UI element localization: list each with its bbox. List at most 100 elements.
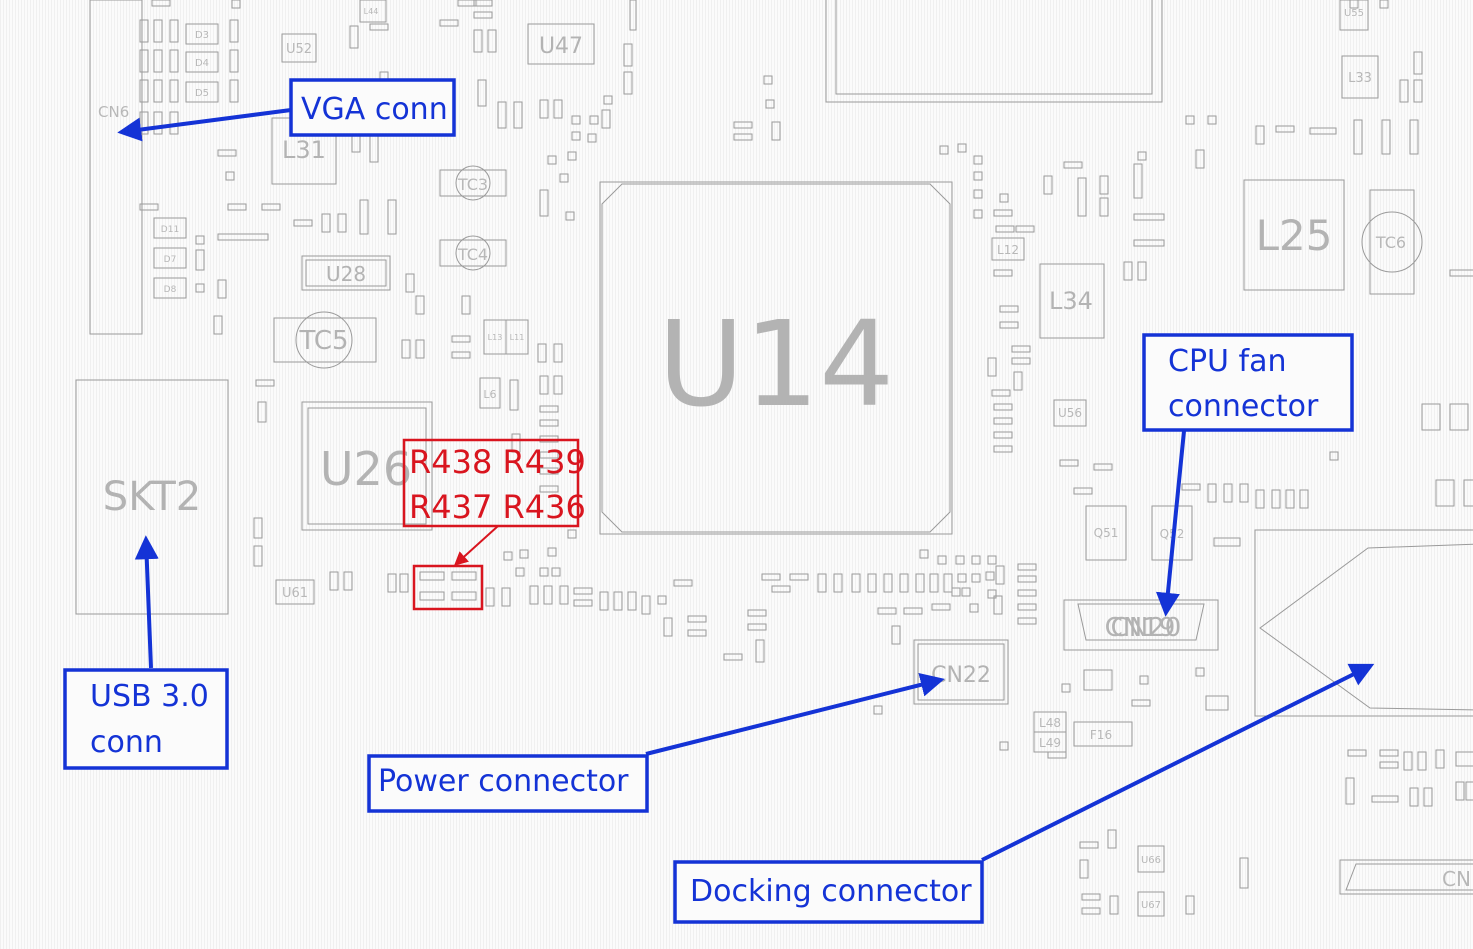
smd-pad — [973, 189, 983, 199]
r437-pad — [419, 571, 445, 581]
smd-pad — [1285, 489, 1295, 509]
skt2-label: SKT2 — [103, 474, 201, 520]
smd-pad — [253, 517, 263, 539]
smd-pad — [547, 547, 557, 557]
smd-pad — [973, 155, 983, 165]
smd-pad — [559, 585, 569, 605]
smd-pad — [1409, 787, 1419, 807]
smd-pad — [1381, 119, 1391, 155]
smd-pad — [451, 335, 471, 343]
smd-pad — [225, 171, 235, 181]
top-package-inner — [835, 0, 1153, 95]
smd-pad — [627, 591, 637, 611]
smd-pad — [993, 269, 1013, 277]
smd-pad — [369, 23, 389, 31]
smd-pad — [1137, 261, 1147, 281]
docking-arrow — [981, 663, 1375, 862]
smd-pad — [877, 607, 897, 615]
d7-label: D7 — [164, 255, 177, 265]
annotation-layer: VGA conn USB 3.0 conn CPU fan connector … — [63, 78, 1375, 924]
smd-pad — [1133, 239, 1165, 247]
l25-label: L25 — [1256, 211, 1333, 260]
smd-pad — [999, 305, 1019, 313]
tc3-label: TC3 — [457, 175, 488, 194]
smd-pad — [657, 595, 667, 605]
u28-label: U28 — [326, 262, 366, 286]
smd-pad — [1079, 859, 1089, 879]
smd-pad — [1271, 489, 1281, 509]
smd-pad — [551, 567, 561, 577]
smd-pad — [1379, 0, 1389, 9]
tc6-label: TC6 — [1375, 233, 1406, 252]
smd-pad — [987, 555, 997, 565]
smd-pad — [961, 587, 971, 597]
smd-pad — [1239, 857, 1249, 889]
smd-pad — [1109, 895, 1119, 915]
smd-pad — [1379, 749, 1399, 757]
smd-pad — [573, 587, 593, 595]
smd-pad — [891, 625, 901, 645]
smd-pad — [539, 189, 549, 217]
smd-pad — [1133, 163, 1143, 199]
smd-pad — [851, 573, 861, 593]
resistor-annotation-line2: R437 R436 — [409, 488, 586, 526]
smd-pad — [765, 99, 775, 109]
smd-pad — [1181, 483, 1201, 491]
vga-arrow — [117, 108, 292, 142]
smd-pad — [1073, 487, 1093, 495]
q51-label: Q51 — [1094, 526, 1119, 540]
smd-pad — [1299, 489, 1309, 509]
smd-pad — [1047, 751, 1067, 759]
smd-pad — [999, 741, 1009, 751]
vga-annotation-label: VGA conn — [301, 92, 448, 127]
docking-outline — [1254, 529, 1473, 717]
smd-pad — [1017, 589, 1037, 597]
smd-pad — [1185, 115, 1195, 125]
cpu-fan-annotation-line1: CPU fan — [1168, 344, 1287, 379]
smd-pad — [1017, 603, 1037, 611]
smd-pad — [1099, 197, 1109, 217]
smd-pad — [547, 155, 557, 165]
l6-label: L6 — [483, 388, 496, 401]
r436-pad — [451, 571, 477, 581]
smd-pad — [509, 379, 519, 411]
smd-pad — [571, 131, 581, 141]
smd-pad — [1123, 261, 1133, 281]
smd-pad — [723, 653, 743, 661]
r438-pad — [419, 591, 445, 601]
smd-pad — [1063, 161, 1083, 169]
smd-pad — [899, 573, 909, 593]
smd-pad — [1131, 699, 1151, 707]
smd-pad — [919, 549, 929, 559]
smd-pad — [1449, 269, 1473, 277]
smd-pad — [1455, 781, 1465, 801]
smd-pad — [939, 145, 949, 155]
smd-pad — [1017, 617, 1037, 625]
smd-pad — [567, 529, 577, 539]
smd-pad — [663, 617, 673, 637]
smd-pad — [153, 79, 163, 103]
smd-pad — [817, 573, 827, 593]
smd-pad — [1195, 667, 1205, 677]
smd-pad — [971, 573, 981, 583]
smd-pad — [1059, 459, 1079, 467]
smd-pad — [761, 573, 781, 581]
smd-pad — [415, 295, 425, 315]
smd-pad — [1449, 403, 1469, 431]
smd-pad — [139, 19, 149, 43]
smd-pad — [915, 573, 925, 593]
smd-pad — [457, 0, 477, 7]
smd-pad — [349, 25, 359, 49]
smd-pad — [343, 571, 353, 591]
u14-label: U14 — [658, 295, 895, 433]
smd-pad — [1255, 125, 1265, 145]
smd-pad — [473, 11, 493, 19]
d5-label: D5 — [195, 88, 209, 99]
smd-pad — [629, 0, 637, 31]
smd-pad — [139, 79, 149, 103]
smd-pad — [553, 99, 563, 119]
smd-pad — [1017, 575, 1037, 583]
smd-pad — [1353, 119, 1363, 155]
resistor-arrow — [453, 525, 499, 566]
u66-label: U66 — [1141, 855, 1161, 866]
